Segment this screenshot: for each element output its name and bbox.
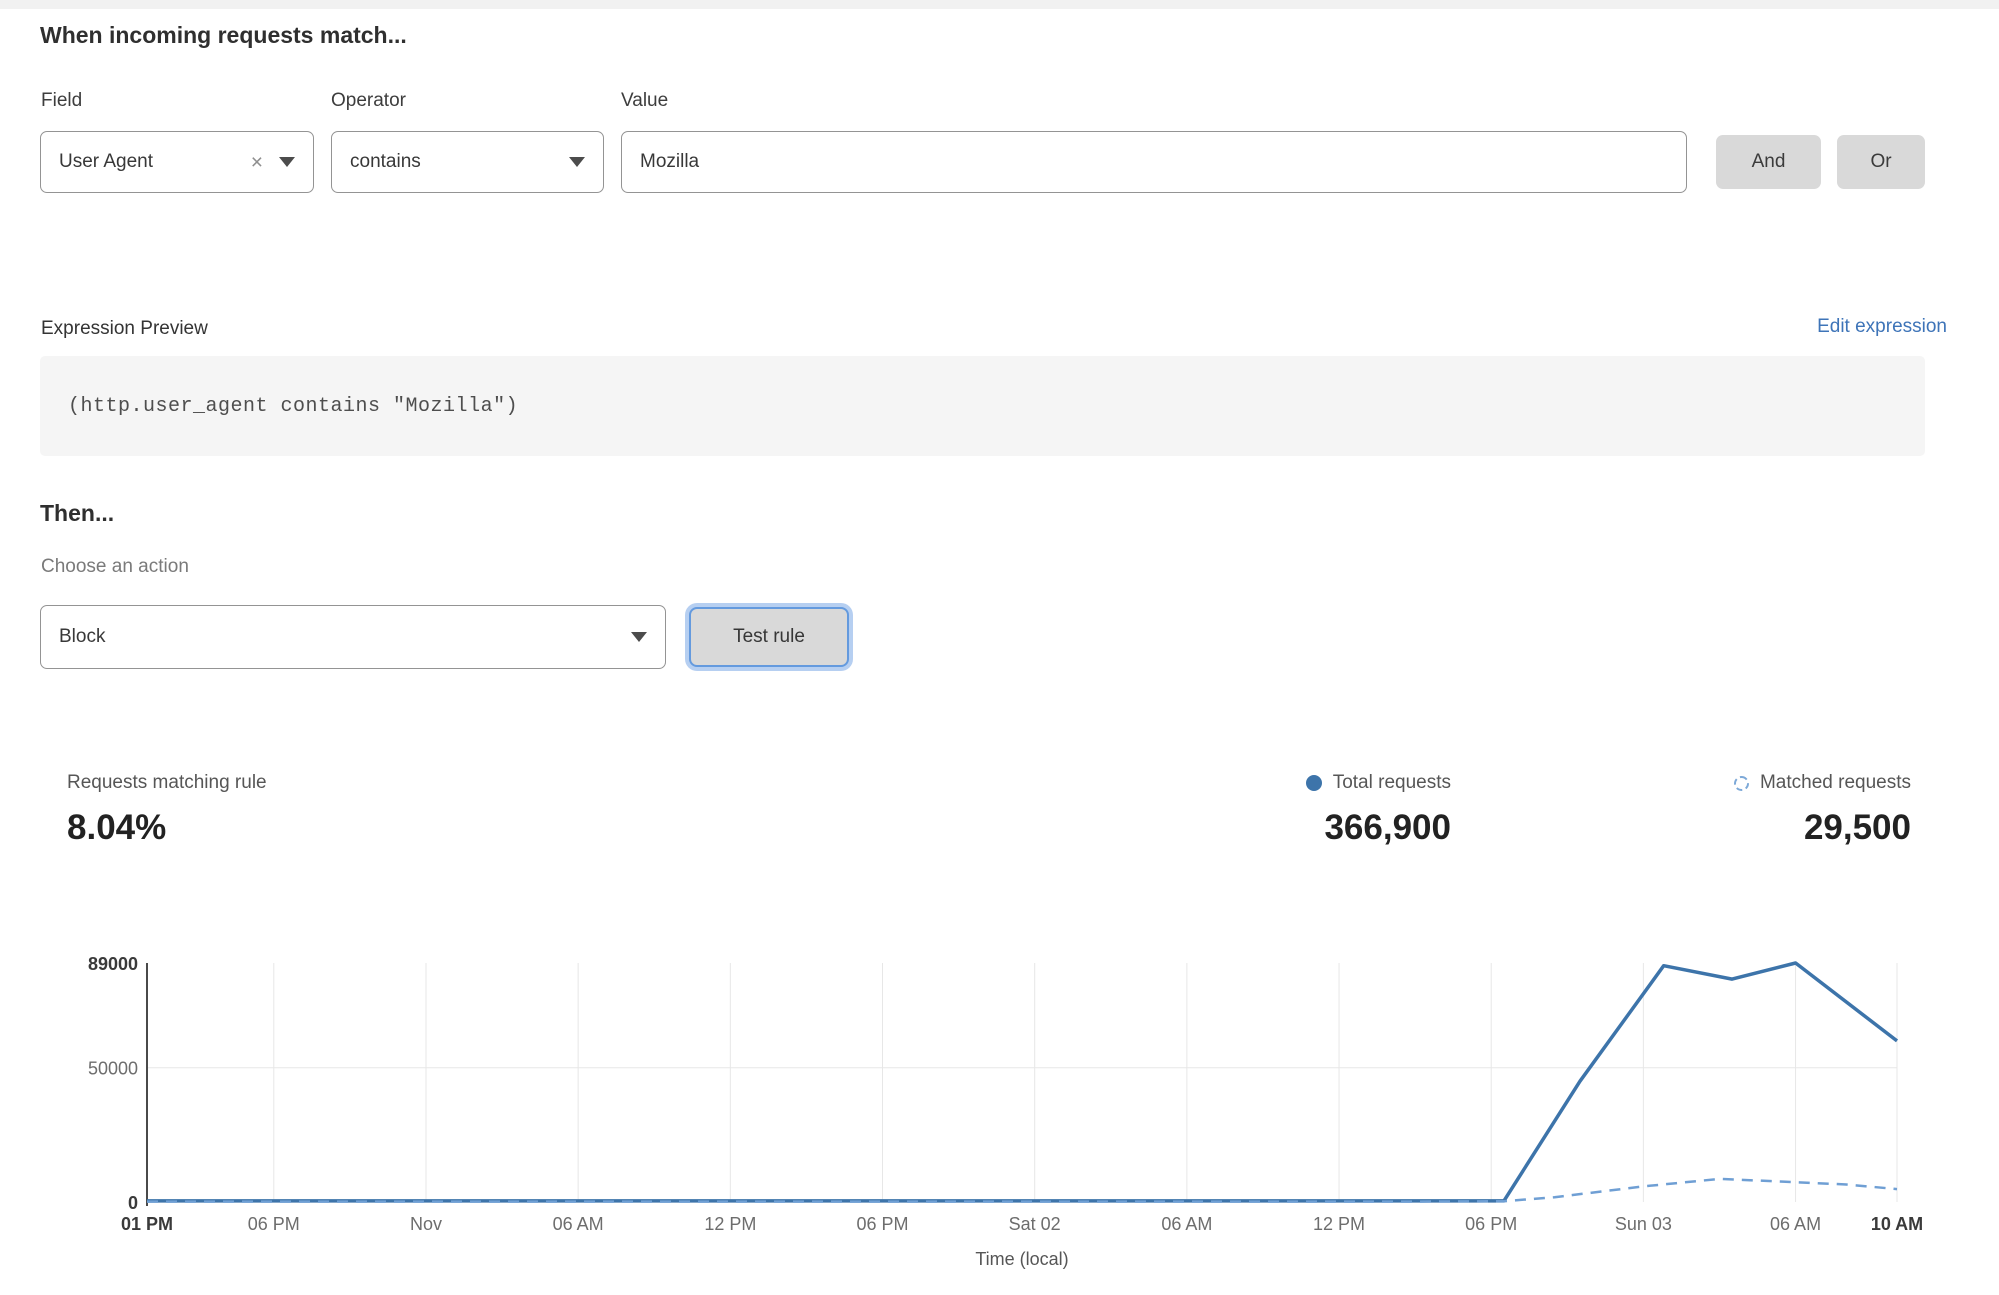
or-button[interactable]: Or — [1837, 135, 1925, 189]
matched-requests-value: 29,500 — [1734, 808, 1911, 848]
matched-requests-dashed-circle-icon — [1734, 776, 1749, 791]
chevron-down-icon — [279, 157, 295, 167]
expression-preview-label: Expression Preview — [41, 318, 208, 340]
edit-expression-link[interactable]: Edit expression — [1817, 316, 1947, 338]
x-tick-label: 01 PM — [121, 1214, 173, 1234]
x-axis-title: Time (local) — [975, 1249, 1068, 1269]
action-row: Block Test rule — [40, 605, 849, 669]
operator-label: Operator — [331, 90, 406, 112]
x-tick-label: 06 AM — [1770, 1214, 1821, 1234]
x-tick-label: Sat 02 — [1009, 1214, 1061, 1234]
x-tick-label: Sun 03 — [1615, 1214, 1672, 1234]
field-select-value: User Agent — [59, 151, 251, 173]
x-tick-label: Nov — [410, 1214, 442, 1234]
chevron-down-icon — [569, 157, 585, 167]
total-requests-dot-icon — [1306, 775, 1322, 791]
x-tick-label: 06 PM — [1465, 1214, 1517, 1234]
total-requests-stat: Total requests 366,900 — [1306, 772, 1451, 848]
action-select[interactable]: Block — [40, 605, 666, 669]
matched-requests-line — [147, 1179, 1897, 1202]
x-tick-label: 12 PM — [704, 1214, 756, 1234]
top-divider — [0, 0, 1999, 9]
choose-action-label: Choose an action — [41, 556, 189, 578]
value-input[interactable] — [621, 131, 1687, 193]
total-requests-line — [147, 963, 1897, 1201]
x-tick-label: 12 PM — [1313, 1214, 1365, 1234]
operator-select[interactable]: contains — [331, 131, 604, 193]
matched-requests-stat: Matched requests 29,500 — [1734, 772, 1911, 848]
value-label: Value — [621, 90, 668, 112]
match-heading: When incoming requests match... — [40, 22, 407, 49]
x-tick-label: 06 PM — [248, 1214, 300, 1234]
y-tick-label: 0 — [128, 1193, 138, 1213]
x-tick-label: 06 AM — [553, 1214, 604, 1234]
x-tick-label: 06 PM — [856, 1214, 908, 1234]
y-tick-label: 89000 — [88, 954, 138, 974]
requests-chart: 0 50000 89000 01 PM 06 PM Nov 06 AM 12 PM 06 PM S… — [0, 930, 1999, 1285]
then-heading: Then... — [40, 500, 114, 527]
firewall-rule-page: When incoming requests match... Field Op… — [0, 0, 1999, 1295]
matched-requests-label: Matched requests — [1760, 772, 1911, 794]
x-tick-label: 10 AM — [1871, 1214, 1923, 1234]
expression-code: (http.user_agent contains "Mozilla") — [68, 395, 518, 418]
chevron-down-icon — [631, 632, 647, 642]
action-select-value: Block — [59, 626, 631, 648]
test-rule-button[interactable]: Test rule — [689, 607, 849, 667]
x-tick-label: 06 AM — [1161, 1214, 1212, 1234]
clear-field-icon[interactable]: × — [251, 152, 263, 173]
total-requests-value: 366,900 — [1306, 808, 1451, 848]
requests-matching-value: 8.04% — [67, 808, 267, 848]
rule-condition-row: User Agent × contains And Or — [40, 131, 1925, 193]
field-select[interactable]: User Agent × — [40, 131, 314, 193]
requests-matching-label: Requests matching rule — [67, 772, 267, 794]
expression-preview-box: (http.user_agent contains "Mozilla") — [40, 356, 1925, 456]
requests-matching-stat: Requests matching rule 8.04% — [67, 772, 267, 848]
and-button[interactable]: And — [1716, 135, 1821, 189]
field-label: Field — [41, 90, 82, 112]
y-tick-label: 50000 — [88, 1059, 138, 1079]
operator-select-value: contains — [350, 151, 569, 173]
total-requests-label: Total requests — [1333, 772, 1451, 794]
